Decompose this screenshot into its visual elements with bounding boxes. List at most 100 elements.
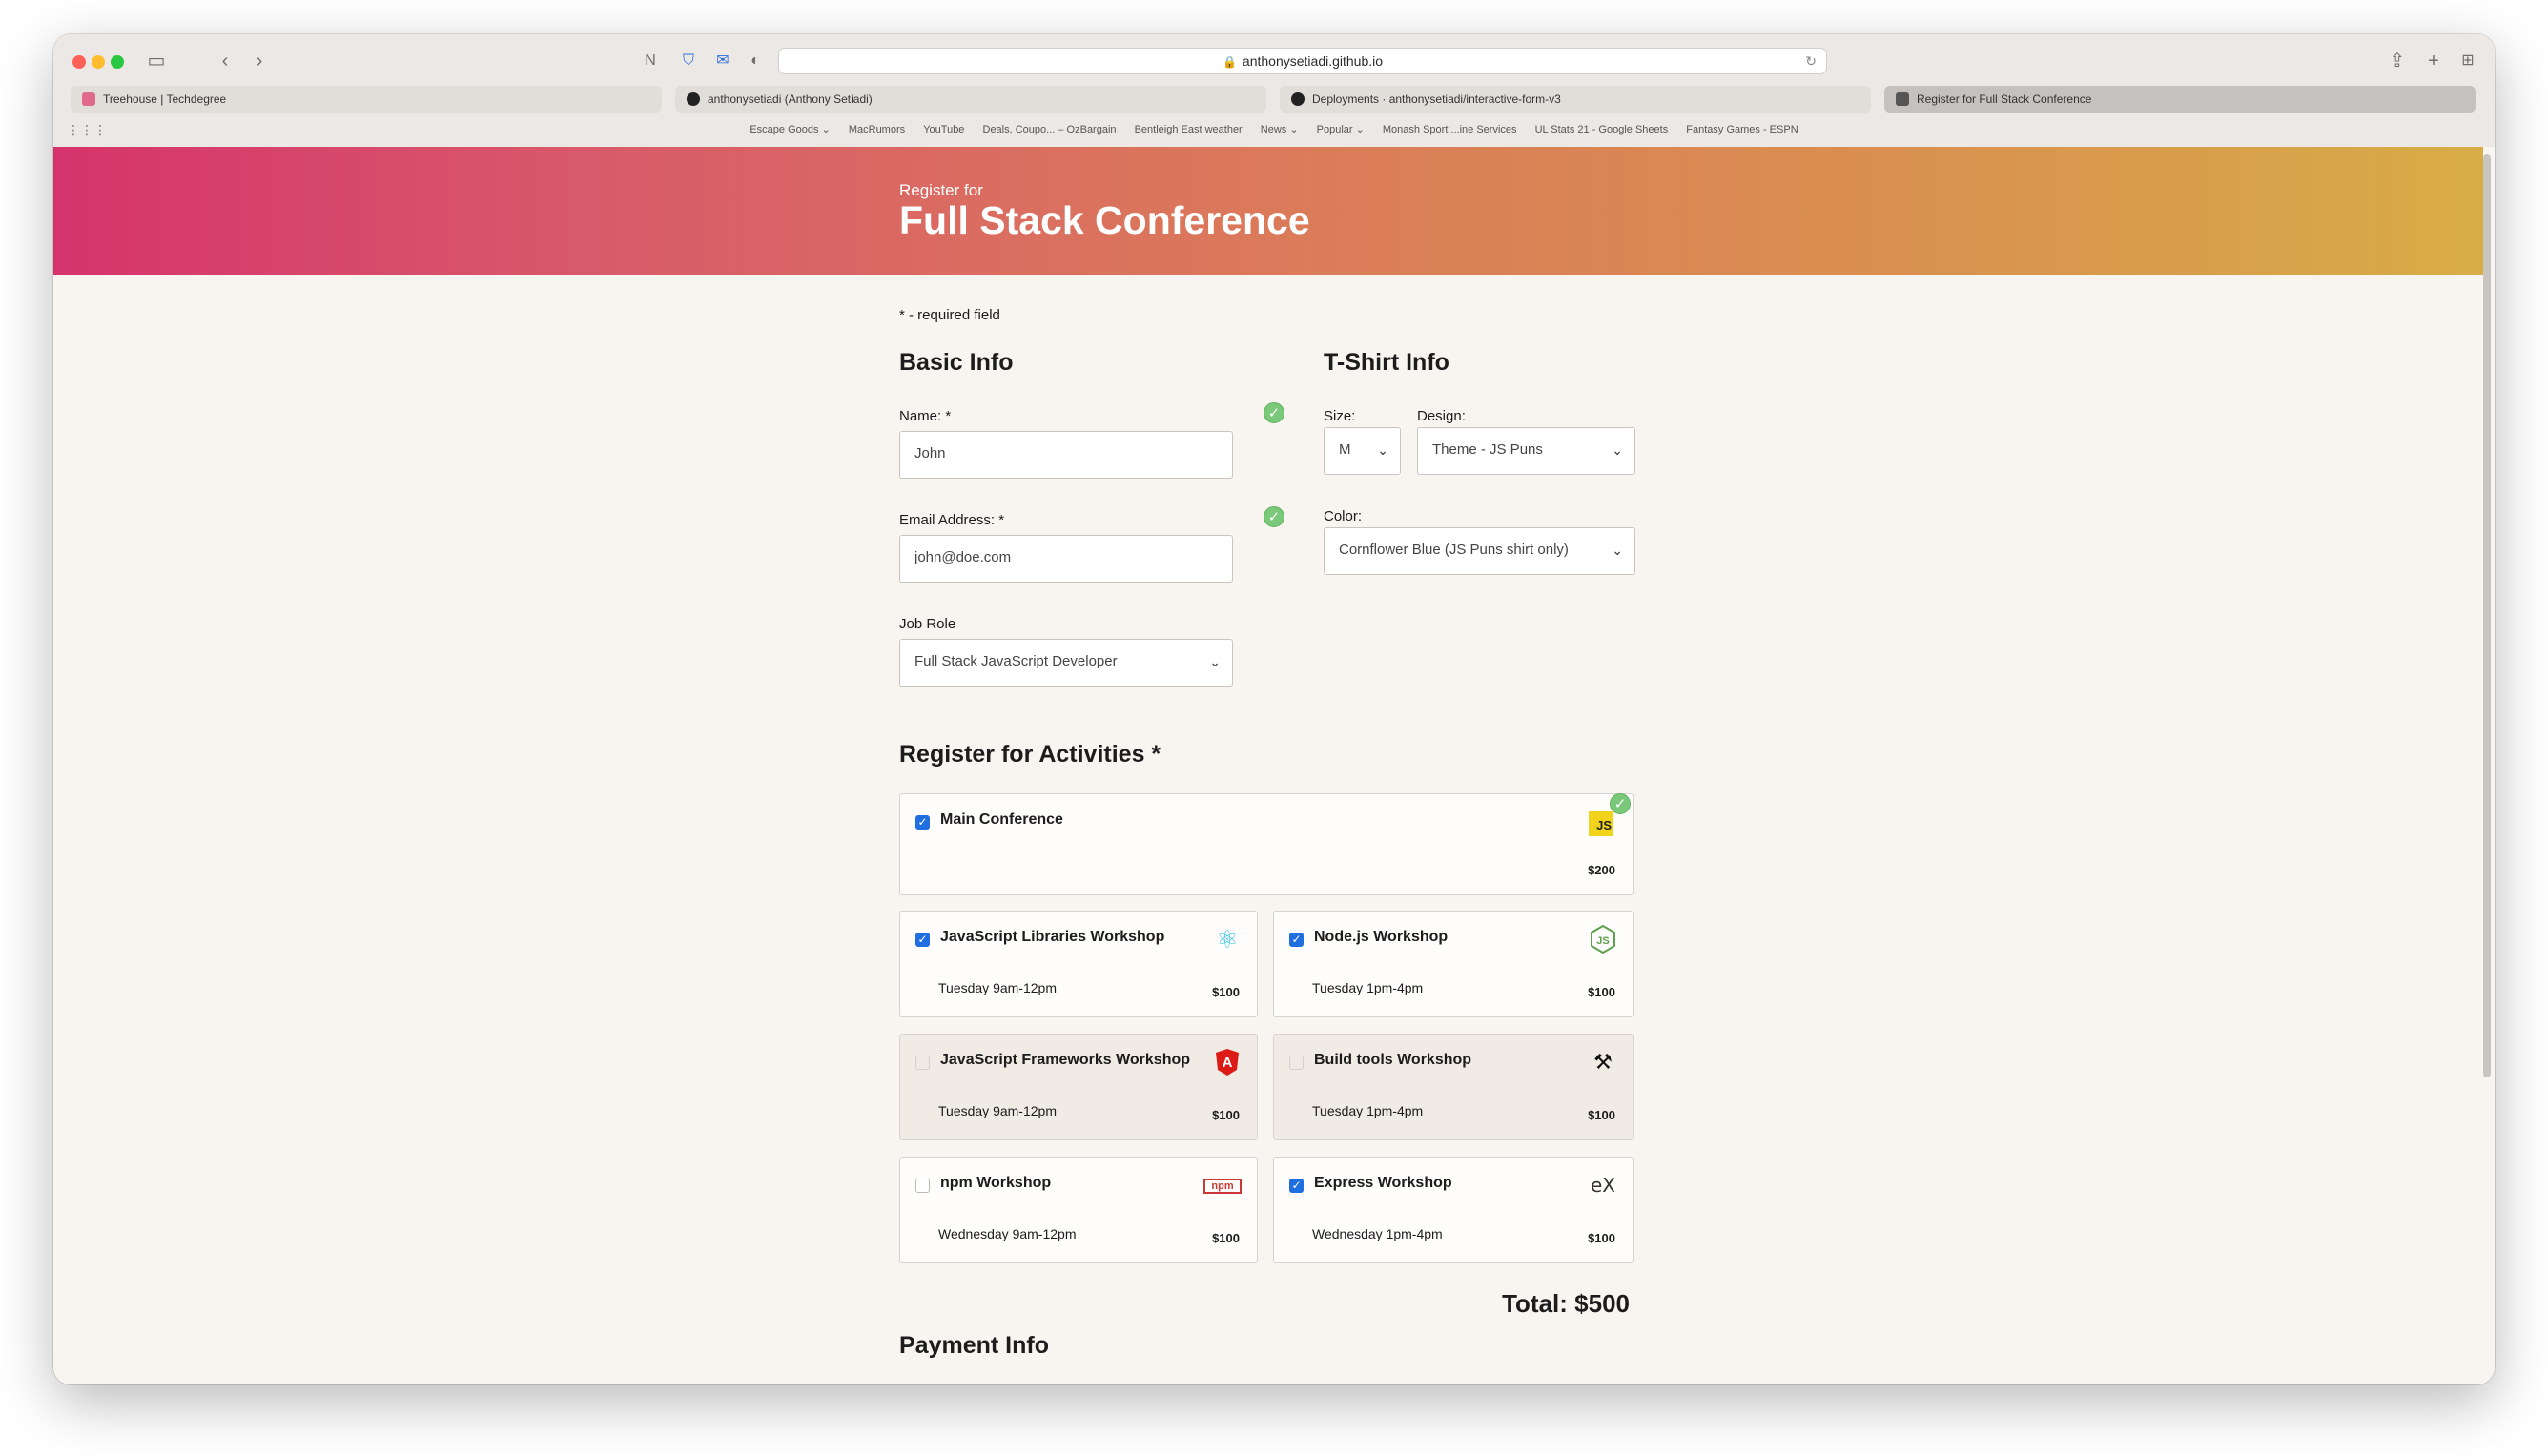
activity-time: Wednesday 1pm-4pm (1312, 1226, 1443, 1241)
js-logo-icon: JS (1589, 811, 1617, 840)
activity-time: Tuesday 1pm-4pm (1312, 1103, 1424, 1118)
nodejs-icon: JS (1589, 924, 1617, 954)
tab-deployments[interactable]: Deployments · anthonysetiadi/interactive… (1280, 86, 1871, 113)
chevron-down-icon: ⌄ (1612, 543, 1623, 558)
bookmark-ul-stats[interactable]: UL Stats 21 - Google Sheets (1535, 124, 1669, 135)
bookmark-news[interactable]: News ⌄ (1261, 124, 1299, 135)
payment-info-heading: Payment Info (899, 1332, 1049, 1359)
activity-checkbox[interactable]: ✓ (1289, 1179, 1304, 1193)
bookmark-weather[interactable]: Bentleigh East weather (1135, 124, 1243, 135)
privacy-shield-icon[interactable]: ◐ (744, 50, 767, 72)
tab-github-profile[interactable]: anthonysetiadi (Anthony Setiadi) (675, 86, 1266, 113)
treehouse-favicon-icon (82, 92, 95, 106)
activity-npm[interactable]: npm Workshop npm Wednesday 9am-12pm $100 (899, 1157, 1258, 1263)
tab-label: anthonysetiadi (Anthony Setiadi) (708, 92, 873, 106)
activities-heading: Register for Activities * (899, 741, 1161, 768)
activity-title: JavaScript Libraries Workshop (940, 929, 1165, 945)
tab-treehouse[interactable]: Treehouse | Techdegree (71, 86, 662, 113)
activity-title: JavaScript Frameworks Workshop (940, 1052, 1191, 1068)
tab-register-conference[interactable]: Register for Full Stack Conference (1884, 86, 2476, 113)
activity-checkbox[interactable] (915, 1056, 930, 1070)
activity-title: npm Workshop (940, 1175, 1052, 1191)
browser-window: ▭ ‹ › N ⛉ ✉ ◐ 🔒 anthonysetiadi.github.io … (53, 34, 2495, 1384)
bookmark-macrumors[interactable]: MacRumors (849, 124, 905, 135)
activity-js-frameworks[interactable]: JavaScript Frameworks Workshop A Tuesday… (899, 1034, 1258, 1140)
react-icon: ⚛ (1216, 925, 1239, 954)
name-input[interactable]: John (899, 431, 1233, 479)
email-label: Email Address: * (899, 512, 1005, 528)
activity-title: Node.js Workshop (1314, 929, 1449, 945)
forward-icon[interactable]: › (248, 50, 271, 72)
activity-title: Build tools Workshop (1314, 1052, 1472, 1068)
express-icon: eX (1590, 1174, 1615, 1197)
activity-checkbox[interactable] (1289, 1056, 1304, 1070)
activity-time: Wednesday 9am-12pm (938, 1226, 1077, 1241)
basic-info-heading: Basic Info (899, 349, 1014, 376)
activity-checkbox[interactable]: ✓ (1289, 933, 1304, 947)
zoom-window-button[interactable] (111, 55, 124, 69)
tab-bar: Treehouse | Techdegree anthonysetiadi (A… (71, 86, 2483, 113)
activity-nodejs[interactable]: ✓ Node.js Workshop JS Tuesday 1pm-4pm $1… (1273, 911, 1634, 1017)
activity-price: $100 (1212, 985, 1240, 999)
chevron-down-icon: ⌄ (1612, 442, 1623, 458)
tab-label: Treehouse | Techdegree (103, 92, 227, 106)
bookmark-youtube[interactable]: YouTube (923, 124, 964, 135)
activity-checkbox[interactable]: ✓ (915, 933, 930, 947)
design-select[interactable]: Theme - JS Puns ⌄ (1417, 427, 1635, 475)
activity-checkbox[interactable] (915, 1179, 930, 1193)
url-text: anthonysetiadi.github.io (1242, 53, 1384, 69)
reload-icon[interactable]: ↻ (1805, 49, 1817, 73)
notion-extension-icon[interactable]: N (639, 50, 662, 72)
chevron-down-icon: ⌄ (1209, 654, 1221, 669)
job-role-label: Job Role (899, 616, 956, 632)
design-value: Theme - JS Puns (1432, 441, 1543, 458)
activity-price: $100 (1588, 985, 1615, 999)
required-field-note: * - required field (899, 307, 1000, 323)
activity-express[interactable]: ✓ Express Workshop eX Wednesday 1pm-4pm … (1273, 1157, 1634, 1263)
activity-checkbox[interactable]: ✓ (915, 815, 930, 830)
bookmark-escape-goods[interactable]: Escape Goods ⌄ (750, 124, 830, 135)
sidebar-toggle-icon[interactable]: ▭ (145, 50, 168, 72)
bookmark-monash-sport[interactable]: Monash Sport ...ine Services (1383, 124, 1517, 135)
page-scrollbar[interactable] (2483, 154, 2491, 1077)
activity-build-tools[interactable]: Build tools Workshop ⚒ Tuesday 1pm-4pm $… (1273, 1034, 1634, 1140)
back-icon[interactable]: ‹ (214, 50, 236, 72)
tshirt-info-heading: T-Shirt Info (1324, 349, 1449, 376)
angular-icon: A (1213, 1048, 1242, 1077)
new-tab-icon[interactable]: + (2422, 50, 2445, 72)
email-input[interactable]: john@doe.com (899, 535, 1233, 583)
job-role-select[interactable]: Full Stack JavaScript Developer ⌄ (899, 639, 1233, 687)
bookmark-popular[interactable]: Popular ⌄ (1317, 124, 1365, 135)
tab-overview-icon[interactable]: ⊞ (2456, 50, 2479, 72)
browser-chrome: ▭ ‹ › N ⛉ ✉ ◐ 🔒 anthonysetiadi.github.io … (53, 34, 2495, 147)
activity-js-libraries[interactable]: ✓ JavaScript Libraries Workshop ⚛ Tuesda… (899, 911, 1258, 1017)
lock-icon: 🔒 (1222, 55, 1237, 69)
activity-time: Tuesday 9am-12pm (938, 980, 1057, 995)
tools-icon: ⚒ (1593, 1050, 1613, 1074)
minimize-window-button[interactable] (92, 55, 105, 69)
bookmarks-bar: ⋮⋮⋮ Escape Goods ⌄ MacRumors YouTube Dea… (53, 118, 2495, 141)
svg-text:JS: JS (1596, 935, 1609, 947)
color-select[interactable]: Cornflower Blue (JS Puns shirt only) ⌄ (1324, 527, 1635, 575)
bookmark-fantasy-espn[interactable]: Fantasy Games - ESPN (1686, 124, 1798, 135)
page-viewport: Register for Full Stack Conference * - r… (53, 147, 2495, 1384)
address-bar[interactable]: 🔒 anthonysetiadi.github.io ↻ (778, 48, 1827, 74)
activity-main-conference[interactable]: ✓ Main Conference JS $200 (899, 793, 1634, 895)
activity-price: $100 (1212, 1108, 1240, 1122)
activities-valid-check-icon: ✓ (1610, 793, 1631, 814)
size-select[interactable]: M ⌄ (1324, 427, 1401, 475)
bitwarden-extension-icon[interactable]: ⛉ (677, 50, 700, 72)
browser-toolbar: ▭ ‹ › N ⛉ ✉ ◐ 🔒 anthonysetiadi.github.io … (53, 34, 2495, 88)
mail-extension-icon[interactable]: ✉ (711, 50, 734, 72)
color-value: Cornflower Blue (JS Puns shirt only) (1339, 542, 1569, 558)
github-favicon-icon (1291, 92, 1305, 106)
close-window-button[interactable] (72, 55, 86, 69)
name-valid-check-icon: ✓ (1264, 402, 1284, 423)
tab-label: Register for Full Stack Conference (1917, 92, 2092, 106)
activity-price: $100 (1212, 1231, 1240, 1245)
share-icon[interactable]: ⇪ (2386, 50, 2409, 72)
name-label: Name: * (899, 408, 952, 424)
page-favicon-icon (1896, 92, 1909, 106)
bookmark-ozbargain[interactable]: Deals, Coupo... – OzBargain (983, 124, 1117, 135)
npm-icon: npm (1203, 1171, 1242, 1200)
